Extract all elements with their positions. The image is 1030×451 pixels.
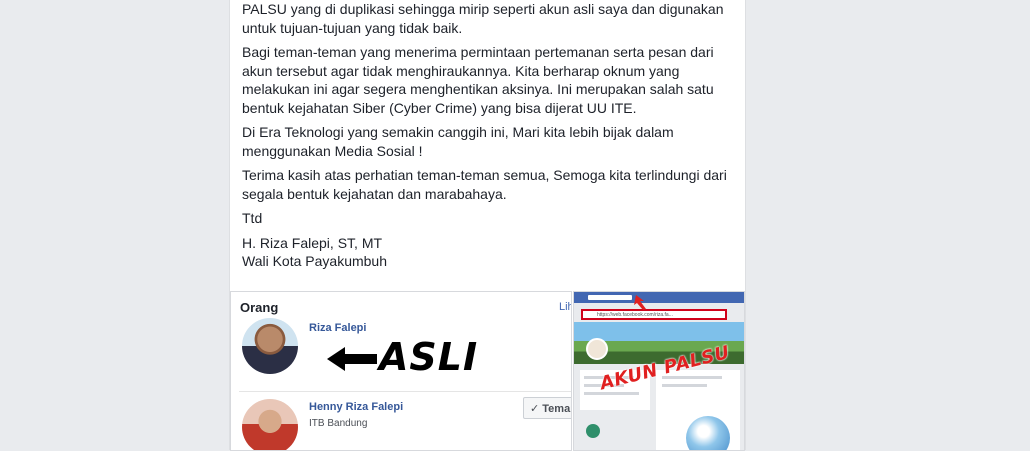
post-paragraph-2: Bagi teman-teman yang menerima permintaa…	[242, 44, 714, 116]
attached-image-fake-account[interactable]: https://web.facebook.com/riza.fa... AKUN…	[573, 291, 745, 451]
person-subtitle-2: ITB Bandung	[309, 418, 368, 429]
post-body: PALSU yang di duplikasi sehingga mirip s…	[242, 0, 737, 271]
overlay-label-asli: ASLI	[379, 335, 479, 379]
post-paragraph-ttd: Ttd	[242, 210, 263, 226]
post-paragraph-3: Di Era Teknologi yang semakin canggih in…	[242, 124, 674, 159]
person-name-1: Riza Falepi	[309, 322, 367, 334]
post-paragraph-4: Terima kasih atas perhatian teman-teman …	[242, 167, 727, 202]
arrow-up-icon	[634, 295, 646, 310]
post-paragraph-1: PALSU yang di duplikasi sehingga mirip s…	[242, 1, 724, 36]
friend-button: ✓ Teman	[523, 397, 571, 419]
avatar	[242, 399, 298, 450]
profile-picture	[586, 338, 608, 360]
attached-image-real-account[interactable]: Orang Liha Riza Falepi ASLI Henny Riza F…	[230, 291, 572, 451]
signature-title: Wali Kota Payakumbuh	[242, 253, 387, 269]
people-section-title: Orang	[240, 300, 279, 315]
thumbnail	[586, 424, 600, 438]
attached-images: Orang Liha Riza Falepi ASLI Henny Riza F…	[230, 291, 745, 451]
avatar	[242, 318, 298, 374]
signature-name: H. Riza Falepi, ST, MT	[242, 234, 383, 251]
divider	[239, 391, 571, 392]
person-name-2: Henny Riza Falepi	[309, 401, 404, 413]
see-all-link: Liha	[559, 301, 571, 313]
arrow-left-icon	[327, 347, 377, 371]
post-card: PALSU yang di duplikasi sehingga mirip s…	[229, 0, 746, 451]
